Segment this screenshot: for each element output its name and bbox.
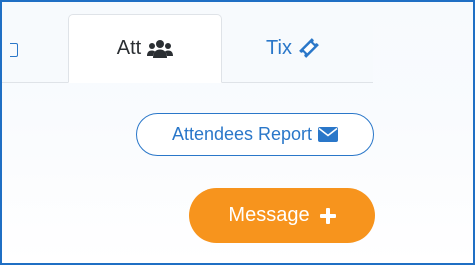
users-icon — [147, 39, 174, 59]
attendees-report-button[interactable]: Attendees Report — [136, 113, 374, 156]
panel-frame: Att Tix Attendees Report Message — [0, 0, 475, 265]
tab-attendees-label: Att — [116, 37, 142, 59]
envelope-icon — [318, 127, 339, 142]
ticket-icon — [298, 38, 320, 58]
tab-partial-left[interactable] — [2, 14, 66, 82]
attendees-report-label: Attendees Report — [171, 124, 313, 144]
tab-tickets[interactable]: Tix — [224, 14, 362, 82]
message-label: Message — [228, 204, 310, 226]
calendar-icon — [10, 43, 18, 57]
plus-icon — [319, 207, 336, 224]
tab-tickets-label: Tix — [266, 36, 292, 59]
tab-attendees[interactable]: Att — [68, 14, 222, 83]
message-button[interactable]: Message — [189, 188, 375, 243]
tab-bar: Att Tix — [2, 14, 373, 83]
